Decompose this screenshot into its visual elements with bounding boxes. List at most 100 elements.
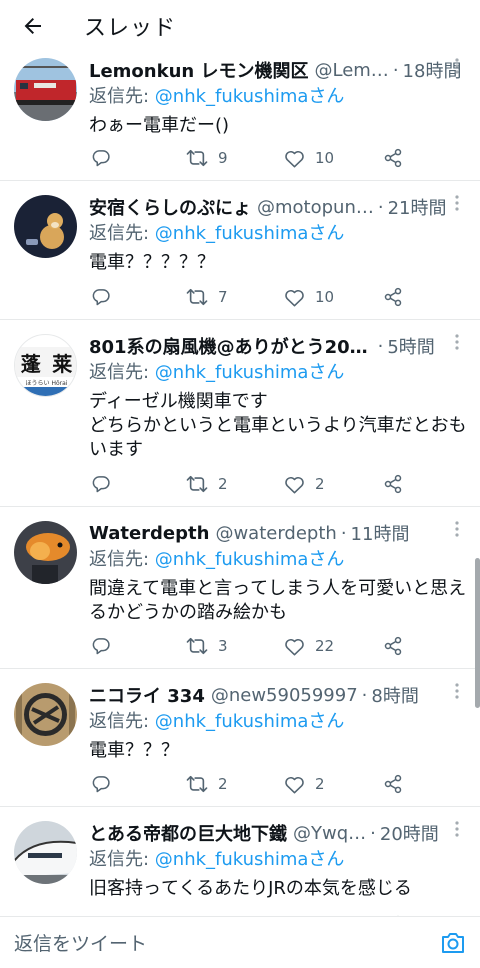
reply-mention-link[interactable]: @nhk_fukushimaさん	[155, 86, 345, 107]
reply-context: 返信先: @nhk_fukushimaさん	[89, 84, 468, 110]
more-options-button[interactable]	[446, 195, 468, 219]
display-name[interactable]: とある帝都の巨大地下鐵	[89, 820, 287, 846]
camera-button[interactable]	[440, 931, 466, 955]
separator-dot: ·	[377, 335, 384, 357]
share-icon	[384, 774, 402, 794]
reply-mention-link[interactable]: @nhk_fukushimaさん	[155, 711, 345, 732]
tweet[interactable]: 安宿くらしのぷにょ @motopun… · 21時間 返信先: @nhk_fuk…	[0, 181, 480, 320]
reply-mention-link[interactable]: @nhk_fukushimaさん	[155, 549, 345, 570]
tweet[interactable]: とある帝都の巨大地下鐵 @Ywq… · 20時間 返信先: @nhk_fukus…	[0, 807, 480, 916]
tweet[interactable]: 蓬 莱 ほうらい Hōrai 801系の扇風機@ありがとう20… · 5時間 返…	[0, 320, 480, 507]
retweet-count: 2	[218, 475, 228, 493]
share-icon	[384, 636, 402, 656]
display-name[interactable]: 安宿くらしのぷにょ	[89, 194, 251, 220]
reply-button[interactable]	[91, 636, 111, 656]
reply-icon	[92, 776, 110, 793]
reply-context: 返信先: @nhk_fukushimaさん	[89, 547, 468, 573]
share-icon	[384, 287, 402, 307]
user-handle[interactable]: @motopun…	[257, 197, 374, 218]
retweet-button[interactable]: 2	[186, 774, 228, 794]
avatar[interactable]: 蓬 莱 ほうらい Hōrai	[14, 334, 77, 397]
reply-button[interactable]	[91, 774, 111, 794]
avatar-sign-char: 莱	[52, 351, 73, 376]
retweet-button[interactable]: 7	[186, 287, 228, 307]
separator-dot: ·	[392, 59, 399, 81]
avatar[interactable]	[14, 195, 77, 258]
retweet-icon	[186, 775, 208, 793]
reply-icon	[92, 289, 110, 306]
share-button[interactable]	[383, 474, 403, 494]
display-name[interactable]: Waterdepth	[89, 523, 209, 544]
separator-dot: ·	[361, 684, 368, 706]
timestamp[interactable]: 5時間	[387, 333, 434, 359]
reply-button[interactable]	[91, 287, 111, 307]
retweet-button[interactable]: 9	[186, 148, 228, 168]
like-button[interactable]: 2	[284, 775, 325, 794]
avatar[interactable]	[14, 58, 77, 121]
more-options-button[interactable]	[446, 683, 468, 707]
tweet-text: 旧客持ってくるあたりJRの本気を感じる	[89, 878, 412, 899]
display-name[interactable]: 801系の扇風機@ありがとう20…	[89, 333, 368, 359]
reply-mention-link[interactable]: @nhk_fukushimaさん	[155, 362, 345, 383]
more-vertical-icon	[455, 58, 459, 74]
tweet-actions: 2 2	[91, 470, 421, 498]
timestamp[interactable]: 20時間	[380, 820, 439, 846]
like-button[interactable]: 22	[284, 637, 334, 656]
reply-button[interactable]	[91, 474, 111, 494]
user-handle[interactable]: @Lem…	[314, 60, 388, 81]
tweet-actions: 7 10	[91, 283, 421, 311]
tweet[interactable]: ニコライ 334 @new59059997 · 8時間 返信先: @nhk_fu…	[0, 669, 480, 807]
more-vertical-icon	[455, 521, 459, 537]
avatar[interactable]	[14, 821, 77, 884]
user-handle[interactable]: @Ywq…	[293, 823, 366, 844]
more-vertical-icon	[455, 334, 459, 350]
reply-prefix: 返信先:	[89, 549, 155, 570]
page-title: スレッド	[84, 16, 177, 41]
timestamp[interactable]: 8時間	[371, 682, 418, 708]
reply-icon	[92, 476, 110, 493]
like-count: 2	[315, 475, 325, 493]
more-options-button[interactable]	[446, 821, 468, 845]
reply-composer[interactable]: 返信をツイート	[0, 916, 480, 968]
reply-input[interactable]: 返信をツイート	[14, 929, 147, 956]
share-button[interactable]	[383, 774, 403, 794]
avatar[interactable]	[14, 683, 77, 746]
top-bar: スレッド	[0, 0, 480, 52]
tweet[interactable]: Lemonkun レモン機関区 @Lem… · 18時間 返信先: @nhk_f…	[0, 46, 480, 181]
avatar[interactable]	[14, 521, 77, 584]
share-button[interactable]	[383, 148, 403, 168]
heart-icon	[285, 638, 304, 655]
share-button[interactable]	[383, 636, 403, 656]
back-button[interactable]	[0, 4, 66, 48]
reply-icon	[92, 150, 110, 167]
user-handle[interactable]: @new59059997	[211, 685, 358, 706]
tweet[interactable]: Waterdepth @waterdepth · 11時間 返信先: @nhk_…	[0, 507, 480, 669]
retweet-button[interactable]: 2	[186, 474, 228, 494]
tweet-text: ディーゼル機関車です どちらかというと電車というより汽車だとおもいます	[89, 391, 467, 460]
scrollbar[interactable]	[475, 558, 480, 708]
timestamp[interactable]: 11時間	[351, 520, 410, 546]
retweet-icon	[186, 288, 208, 306]
timestamp[interactable]: 21時間	[388, 194, 447, 220]
tweet-text: 電車？？？	[89, 740, 179, 761]
more-options-button[interactable]	[446, 521, 468, 545]
display-name[interactable]: ニコライ 334	[89, 682, 205, 708]
reply-mention-link[interactable]: @nhk_fukushimaさん	[155, 849, 345, 870]
share-button[interactable]	[383, 287, 403, 307]
like-count: 10	[315, 149, 335, 167]
like-button[interactable]: 2	[284, 475, 325, 494]
reply-mention-link[interactable]: @nhk_fukushimaさん	[155, 223, 345, 244]
share-icon	[384, 148, 402, 168]
reply-context: 返信先: @nhk_fukushimaさん	[89, 360, 468, 386]
like-button[interactable]: 10	[284, 149, 334, 168]
retweet-button[interactable]: 3	[186, 636, 228, 656]
more-options-button[interactable]	[446, 58, 468, 82]
like-button[interactable]: 10	[284, 288, 334, 307]
more-options-button[interactable]	[446, 334, 468, 358]
reply-icon	[92, 638, 110, 655]
reply-button[interactable]	[91, 148, 111, 168]
reply-prefix: 返信先:	[89, 711, 155, 732]
camera-icon	[442, 933, 464, 953]
display-name[interactable]: Lemonkun レモン機関区	[89, 57, 308, 83]
user-handle[interactable]: @waterdepth	[215, 523, 336, 544]
